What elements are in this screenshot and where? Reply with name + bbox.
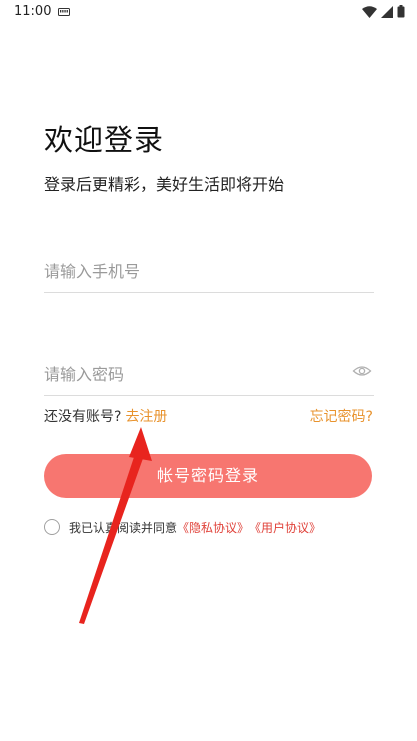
- forgot-password-link[interactable]: 忘记密码?: [310, 406, 373, 426]
- privacy-policy-link[interactable]: 《隐私协议》: [177, 519, 249, 536]
- register-link[interactable]: 去注册: [125, 409, 167, 425]
- wifi-icon: [362, 5, 377, 18]
- status-time: 11:00: [14, 4, 52, 19]
- status-bar: 11:00: [0, 0, 417, 26]
- agreement-text: 我已认真阅读并同意: [69, 520, 178, 535]
- password-field: [44, 355, 374, 396]
- page-title: 欢迎登录: [44, 123, 165, 157]
- agreement-row: 我已认真阅读并同意 《隐私协议》 《用户协议》: [44, 517, 321, 537]
- phone-input[interactable]: [44, 252, 334, 290]
- battery-icon: [397, 5, 405, 18]
- page-subtitle: 登录后更精彩，美好生活即将开始: [44, 175, 285, 194]
- password-input[interactable]: [44, 355, 334, 393]
- login-button[interactable]: 帐号密码登录: [44, 454, 372, 498]
- status-icons: [362, 5, 405, 18]
- eye-icon[interactable]: [352, 361, 372, 381]
- register-row: 还没有账号? 去注册: [44, 406, 167, 426]
- user-agreement-link[interactable]: 《用户协议》: [249, 519, 321, 536]
- signal-icon: [381, 5, 393, 18]
- sd-card-icon: [58, 8, 70, 16]
- no-account-text: 还没有账号?: [44, 409, 122, 425]
- phone-field: [44, 252, 374, 293]
- agree-checkbox[interactable]: [44, 519, 60, 535]
